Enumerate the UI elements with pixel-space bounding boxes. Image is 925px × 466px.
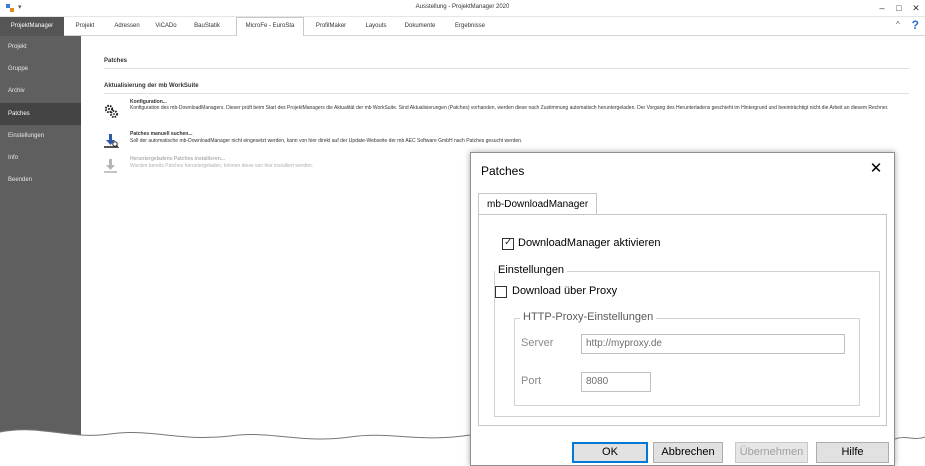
http-proxy-group-legend: HTTP-Proxy-Einstellungen [520,311,657,323]
tab-projektmanager[interactable]: ProjektManager [0,17,64,36]
sidebar-item-patches[interactable]: Patches [0,103,81,125]
tab-microfe-eurosta[interactable]: MicroFe - EuroSta [236,17,304,36]
ok-button[interactable]: OK [572,442,648,463]
entry-description: Konfiguration des mb-DownloadManagers. D… [130,105,889,111]
download-search-icon [104,134,119,149]
minimize-icon[interactable]: – [876,2,888,14]
sidebar-item-archiv[interactable]: Archiv [0,80,81,102]
activate-downloadmanager-label[interactable]: DownloadManager aktivieren [518,237,660,249]
cancel-button[interactable]: Abbrechen [653,442,723,463]
page-title: Patches [104,58,128,64]
sidebar-item-gruppe[interactable]: Gruppe [0,58,81,80]
entry-description: Soll der automatische mb-DownloadManager… [130,138,523,144]
settings-group: Einstellungen Download über Proxy HTTP-P… [494,264,880,417]
tab-layouts[interactable]: Layouts [360,17,392,36]
divider [104,93,909,94]
entry-title: Patches manuell suchen... [130,131,193,137]
tab-profilmaker[interactable]: ProfilMaker [310,17,352,36]
activate-downloadmanager-checkbox[interactable]: ✓ [502,237,514,250]
proxy-download-checkbox[interactable] [495,286,507,298]
checkmark-icon: ✓ [504,237,513,248]
tab-dokumente[interactable]: Dokumente [400,17,440,36]
sidebar: Projekt Gruppe Archiv Patches Einstellun… [0,36,81,466]
entry-title: Heruntergeladene Patches installieren... [130,156,226,162]
tab-panel: ✓ DownloadManager aktivieren Einstellung… [478,214,887,426]
sidebar-item-beenden[interactable]: Beenden [0,169,81,191]
proxy-download-label[interactable]: Download über Proxy [512,285,617,297]
dialog-close-icon[interactable]: ✕ [866,159,886,179]
collapse-ribbon-icon[interactable]: ^ [896,20,900,29]
server-input[interactable]: http://myproxy.de [581,334,845,354]
server-label: Server [521,337,554,349]
tab-ergebnisse[interactable]: Ergebnisse [450,17,490,36]
port-input[interactable]: 8080 [581,372,651,392]
tab-vicado[interactable]: ViCADo [152,17,180,36]
http-proxy-group: HTTP-Proxy-Einstellungen Server http://m… [514,311,860,406]
ribbon-tabs: ProjektManager Projekt Adressen ViCADo B… [0,17,925,36]
help-icon[interactable]: ? [912,18,919,32]
entry-description: Wurden bereits Patches heruntergeladen, … [130,163,314,169]
install-download-icon [104,159,117,173]
sidebar-item-info[interactable]: Info [0,147,81,169]
help-button[interactable]: Hilfe [816,442,889,463]
divider [104,68,909,69]
sidebar-item-projekt[interactable]: Projekt [0,36,81,58]
settings-group-legend: Einstellungen [495,264,568,276]
window-title: Ausstellung - ProjektManager 2020 [415,4,510,10]
section-title: Aktualisierung der mb WorkSuite [104,83,199,89]
title-bar: ▾ Ausstellung - ProjektManager 2020 – □ … [0,0,925,17]
tab-baustatik[interactable]: BauStatik [190,17,224,36]
port-label: Port [521,375,542,387]
close-window-icon[interactable]: ✕ [910,2,922,14]
apply-button[interactable]: Übernehmen [735,442,808,463]
patches-dialog: Patches ✕ mb-DownloadManager ✓ DownloadM… [470,152,895,466]
tab-adressen[interactable]: Adressen [110,17,144,36]
maximize-icon[interactable]: □ [893,2,905,14]
gears-icon [104,104,118,118]
tab-projekt[interactable]: Projekt [71,17,99,36]
sidebar-item-einstellungen[interactable]: Einstellungen [0,125,81,147]
dialog-title: Patches [481,164,525,178]
tab-mb-downloadmanager[interactable]: mb-DownloadManager [478,193,598,215]
